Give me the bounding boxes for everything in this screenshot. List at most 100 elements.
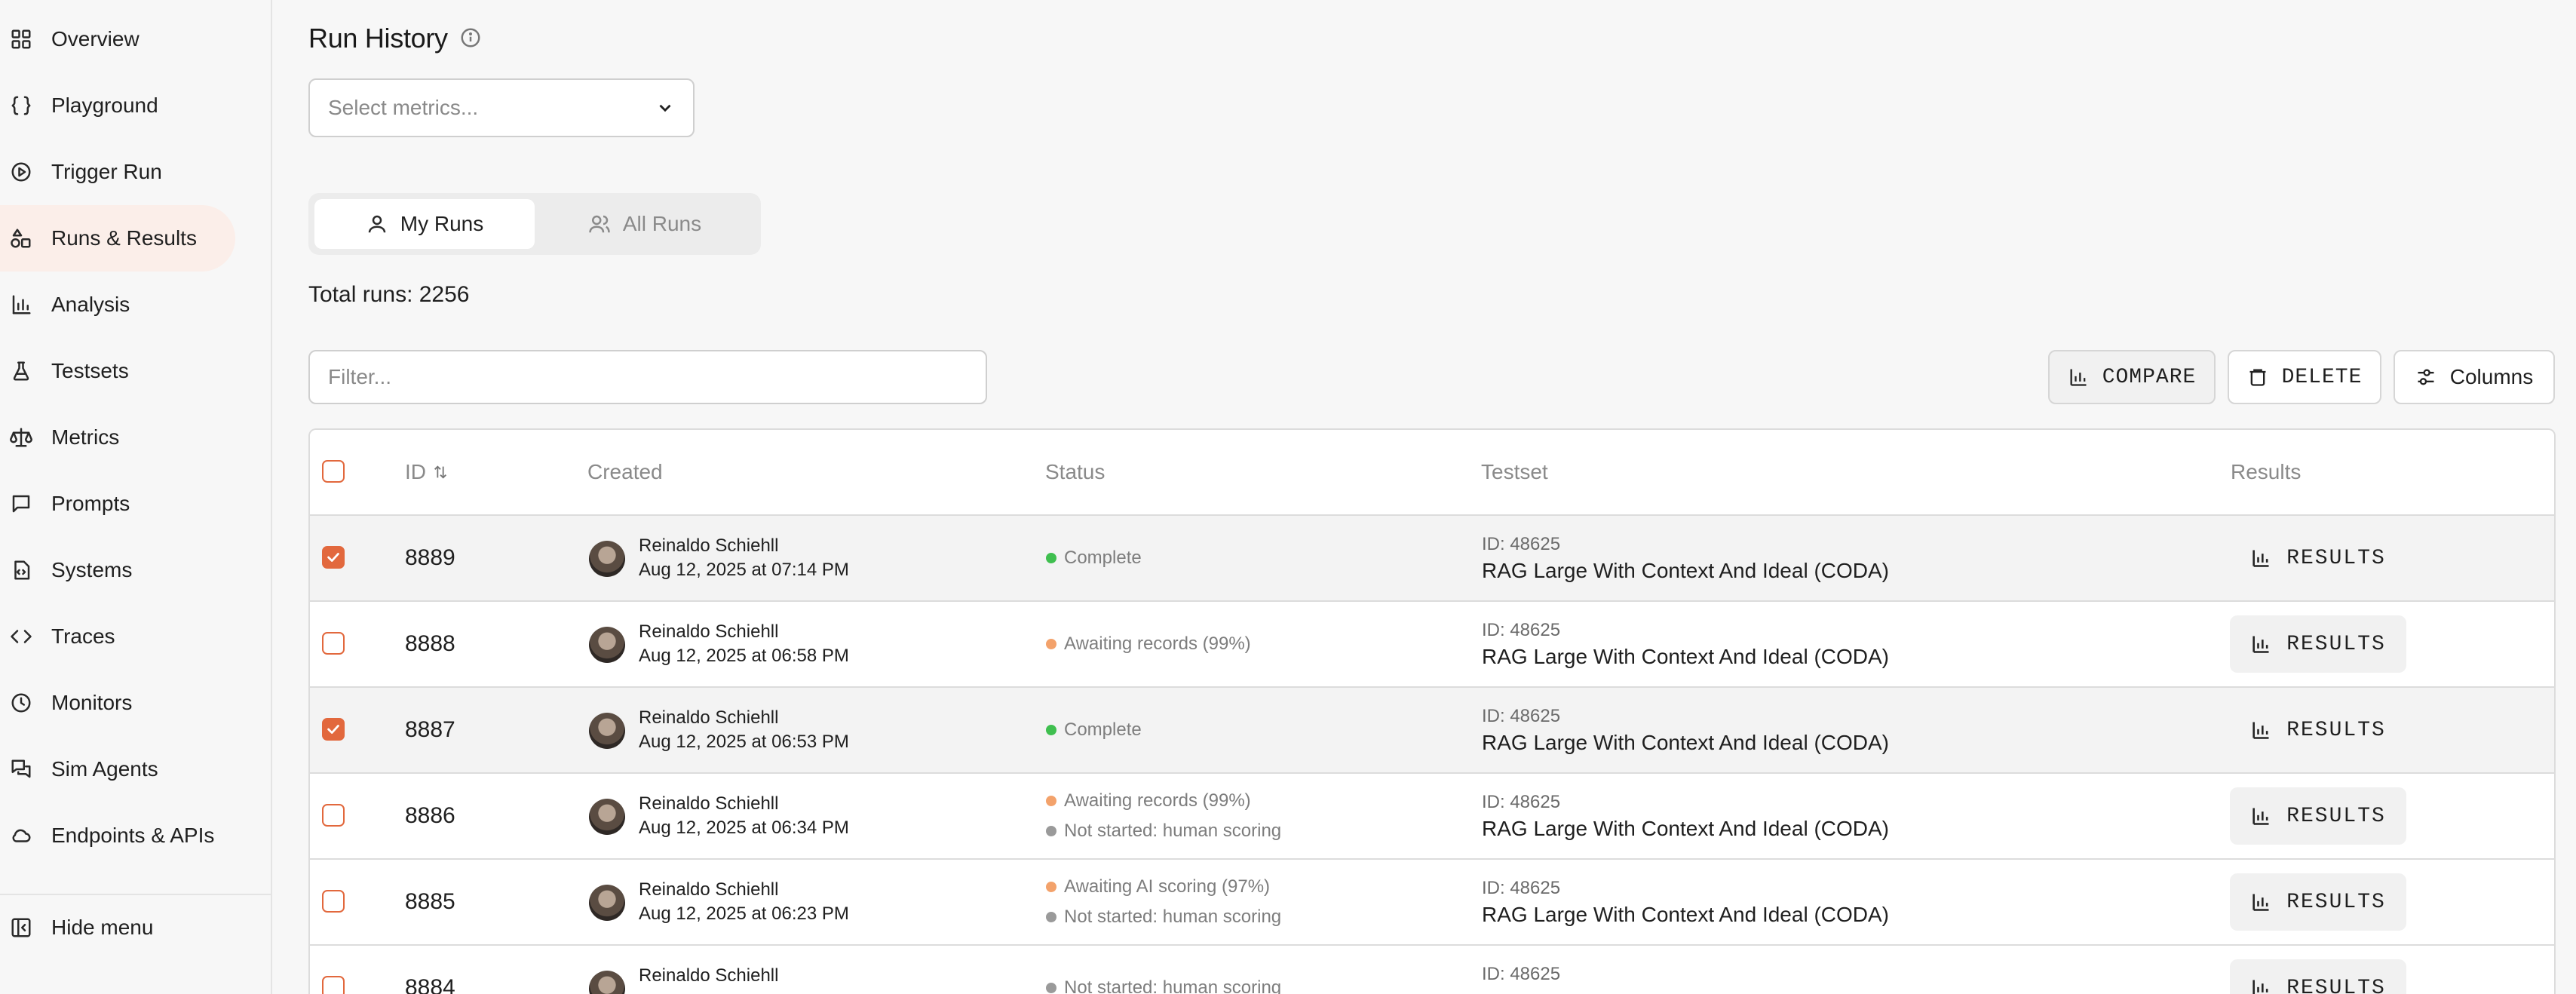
sidebar-item-trigger-run[interactable]: Trigger Run (0, 139, 235, 205)
testset-cell: ID: 48625 RAG Large With Context And Idea… (1482, 876, 1889, 929)
testset-cell: ID: 48625 RAG Large With Context And Idea… (1482, 532, 1889, 585)
columns-button[interactable]: Columns (2394, 350, 2555, 404)
sidebar-item-traces[interactable]: Traces (0, 603, 235, 670)
sidebar-item-testsets[interactable]: Testsets (0, 338, 235, 404)
avatar (589, 541, 625, 577)
sidebar-item-label: Traces (51, 624, 115, 648)
sidebar-item-runs-results[interactable]: Runs & Results (0, 205, 235, 272)
sidebar-item-label: Sim Agents (51, 757, 158, 781)
results-button[interactable]: RESULTS (2230, 873, 2406, 931)
bar-chart-icon (2070, 369, 2087, 386)
status-text: Not started: human scoring (1064, 821, 1282, 841)
testset-id: ID: 48625 (1482, 534, 1561, 554)
main-content: Run History Select metrics... My Runs Al… (272, 0, 2576, 994)
avatar (589, 713, 625, 749)
status-column-header: Status (1045, 460, 1106, 483)
all-runs-label: All Runs (622, 212, 702, 235)
status-line: Complete (1046, 543, 1142, 573)
sidebar-collapse-icon (9, 916, 33, 940)
shapes-icon (9, 226, 33, 250)
select-all-checkbox[interactable] (322, 460, 345, 483)
bar-chart-icon (9, 293, 33, 317)
status-cell: Complete (1046, 516, 1142, 600)
status-dot (1046, 553, 1056, 563)
bar-chart-icon (2252, 722, 2269, 739)
table-row[interactable]: 8889 Reinaldo Schiehll Aug 12, 2025 at 07:… (310, 516, 2554, 602)
status-text: Awaiting records (99%) (1064, 790, 1251, 811)
hide-menu-button[interactable]: Hide menu (0, 894, 235, 961)
my-runs-tab[interactable]: My Runs (314, 199, 535, 249)
my-runs-label: My Runs (400, 212, 484, 235)
sidebar-item-label: Trigger Run (51, 160, 162, 183)
created-cell: Reinaldo Schiehll Aug 12, 2025 at 06:34 P… (639, 792, 849, 840)
sidebar: Overview Playground Trigger Run Runs & Resu… (0, 0, 272, 994)
testset-name[interactable]: RAG Large With Context And Ideal (CODA) (1482, 815, 1889, 843)
testset-name[interactable]: RAG Large With Context And Ideal (CODA) (1482, 557, 1889, 585)
runs-table: ID Created Status Testset Results 8889 Re… (308, 428, 2556, 994)
results-label: RESULTS (2286, 976, 2386, 994)
sidebar-item-playground[interactable]: Playground (0, 72, 235, 139)
sidebar-item-analysis[interactable]: Analysis (0, 272, 235, 338)
results-button[interactable]: RESULTS (2230, 529, 2406, 587)
sidebar-item-overview[interactable]: Overview (0, 6, 235, 72)
id-column-header[interactable]: ID (405, 430, 449, 514)
table-row[interactable]: 8885 Reinaldo Schiehll Aug 12, 2025 at 06:… (310, 860, 2554, 946)
results-button[interactable]: RESULTS (2230, 959, 2406, 994)
status-cell: Awaiting records (99%) Not started: human… (1046, 774, 1281, 858)
status-text: Not started: human scoring (1064, 907, 1282, 927)
avatar (589, 627, 625, 663)
compare-label: COMPARE (2102, 365, 2197, 389)
sidebar-item-endpoints-apis[interactable]: Endpoints & APIs (0, 802, 235, 869)
testset-id: ID: 48625 (1482, 792, 1561, 812)
sidebar-item-prompts[interactable]: Prompts (0, 471, 235, 537)
row-checkbox[interactable] (322, 976, 345, 994)
created-user: Reinaldo Schiehll (639, 707, 779, 728)
delete-button[interactable]: DELETE (2228, 350, 2381, 404)
row-checkbox[interactable] (322, 546, 345, 569)
row-checkbox[interactable] (322, 632, 345, 655)
row-checkbox[interactable] (322, 804, 345, 827)
filter-input[interactable] (308, 350, 987, 404)
metrics-select[interactable]: Select metrics... (308, 78, 695, 137)
sidebar-item-sim-agents[interactable]: Sim Agents (0, 736, 235, 802)
sidebar-item-label: Endpoints & APIs (51, 824, 215, 847)
created-date: Aug 12, 2025 at 06:53 PM (639, 732, 849, 752)
sort-icon (434, 465, 446, 479)
created-user: Reinaldo Schiehll (639, 793, 779, 814)
row-checkbox[interactable] (322, 718, 345, 741)
results-label: RESULTS (2286, 632, 2386, 656)
table-row[interactable]: 8888 Reinaldo Schiehll Aug 12, 2025 at 06:… (310, 602, 2554, 688)
status-line: Awaiting records (99%) (1046, 629, 1251, 659)
table-row[interactable]: 8884 Reinaldo Schiehll Not started: human … (310, 946, 2554, 994)
users-icon (589, 215, 610, 233)
table-row[interactable]: 8886 Reinaldo Schiehll Aug 12, 2025 at 06:… (310, 774, 2554, 860)
run-id: 8884 (405, 975, 455, 994)
results-button[interactable]: RESULTS (2230, 787, 2406, 845)
sidebar-item-label: Analysis (51, 293, 130, 316)
results-column-header: Results (2231, 460, 2302, 483)
chevron-down-icon (659, 104, 671, 112)
page-title: Run History (308, 23, 448, 54)
avatar (589, 971, 625, 994)
sidebar-item-metrics[interactable]: Metrics (0, 404, 235, 471)
trash-icon (2249, 369, 2266, 386)
row-checkbox[interactable] (322, 890, 345, 913)
table-row[interactable]: 8887 Reinaldo Schiehll Aug 12, 2025 at 06:… (310, 688, 2554, 774)
info-icon[interactable] (459, 26, 482, 49)
all-runs-tab[interactable]: All Runs (535, 199, 755, 249)
results-button[interactable]: RESULTS (2230, 701, 2406, 759)
sidebar-item-systems[interactable]: Systems (0, 537, 235, 603)
testset-name[interactable]: RAG Large With Context And Ideal (CODA) (1482, 900, 1889, 929)
status-dot (1046, 826, 1056, 836)
sidebar-item-label: Overview (51, 27, 140, 51)
testset-id: ID: 48625 (1482, 620, 1561, 640)
testset-cell: ID: 48625 RAG Large With Context And Idea… (1482, 618, 1889, 671)
sidebar-item-label: Systems (51, 558, 133, 581)
hide-menu-label: Hide menu (51, 916, 154, 939)
compare-button[interactable]: COMPARE (2048, 350, 2216, 404)
testset-name[interactable]: RAG Large With Context And Ideal (CODA) (1482, 729, 1889, 757)
testset-name[interactable]: RAG Large With Context And Ideal (CODA) (1482, 643, 1889, 671)
check-icon (327, 725, 339, 734)
sidebar-item-monitors[interactable]: Monitors (0, 670, 235, 736)
results-button[interactable]: RESULTS (2230, 615, 2406, 673)
